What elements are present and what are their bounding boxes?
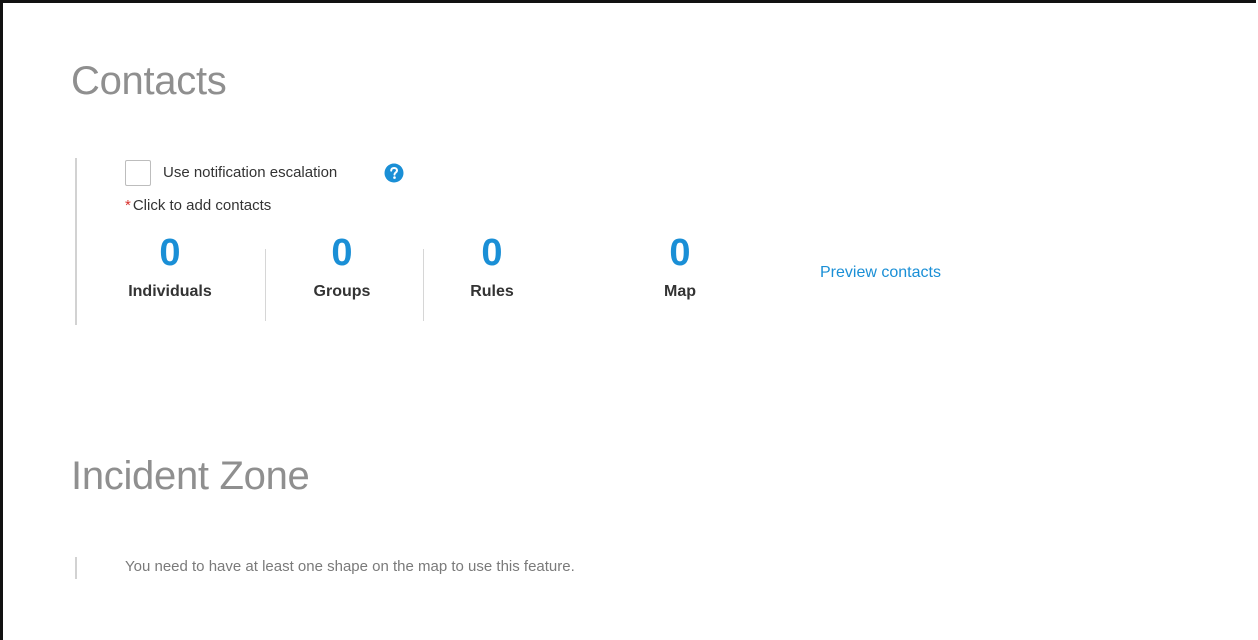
groups-label: Groups — [313, 283, 371, 300]
notification-escalation-label[interactable]: Use notification escalation — [163, 164, 337, 181]
map-label: Map — [664, 283, 696, 300]
incident-zone-section-indicator — [75, 557, 77, 579]
page-frame: Contacts Use notification escalation * Cl… — [0, 0, 1256, 640]
add-contacts-hint-text: Click to add contacts — [132, 197, 272, 214]
individuals-label: Individuals — [128, 283, 212, 300]
groups-count[interactable]: 0 — [287, 231, 397, 275]
question-circle-icon[interactable] — [384, 163, 404, 183]
map-count[interactable]: 0 — [625, 231, 735, 275]
stat-divider — [265, 249, 266, 321]
individuals-count-button[interactable]: 0 Individuals — [115, 231, 225, 301]
required-marker: * — [125, 197, 131, 214]
rules-count-button[interactable]: 0 Rules — [437, 231, 547, 301]
rules-label: Rules — [470, 283, 514, 300]
contacts-section-indicator — [75, 158, 77, 325]
groups-count-button[interactable]: 0 Groups — [287, 231, 397, 301]
add-contacts-hint: * Click to add contacts — [125, 197, 271, 214]
preview-contacts-link[interactable]: Preview contacts — [820, 264, 941, 282]
contacts-section-title: Contacts — [71, 59, 227, 103]
incident-zone-message: You need to have at least one shape on t… — [125, 558, 575, 575]
stat-divider — [423, 249, 424, 321]
individuals-count[interactable]: 0 — [115, 231, 225, 275]
rules-count[interactable]: 0 — [437, 231, 547, 275]
incident-zone-section-title: Incident Zone — [71, 454, 310, 498]
map-count-button[interactable]: 0 Map — [625, 231, 735, 301]
notification-escalation-checkbox[interactable] — [125, 160, 151, 186]
